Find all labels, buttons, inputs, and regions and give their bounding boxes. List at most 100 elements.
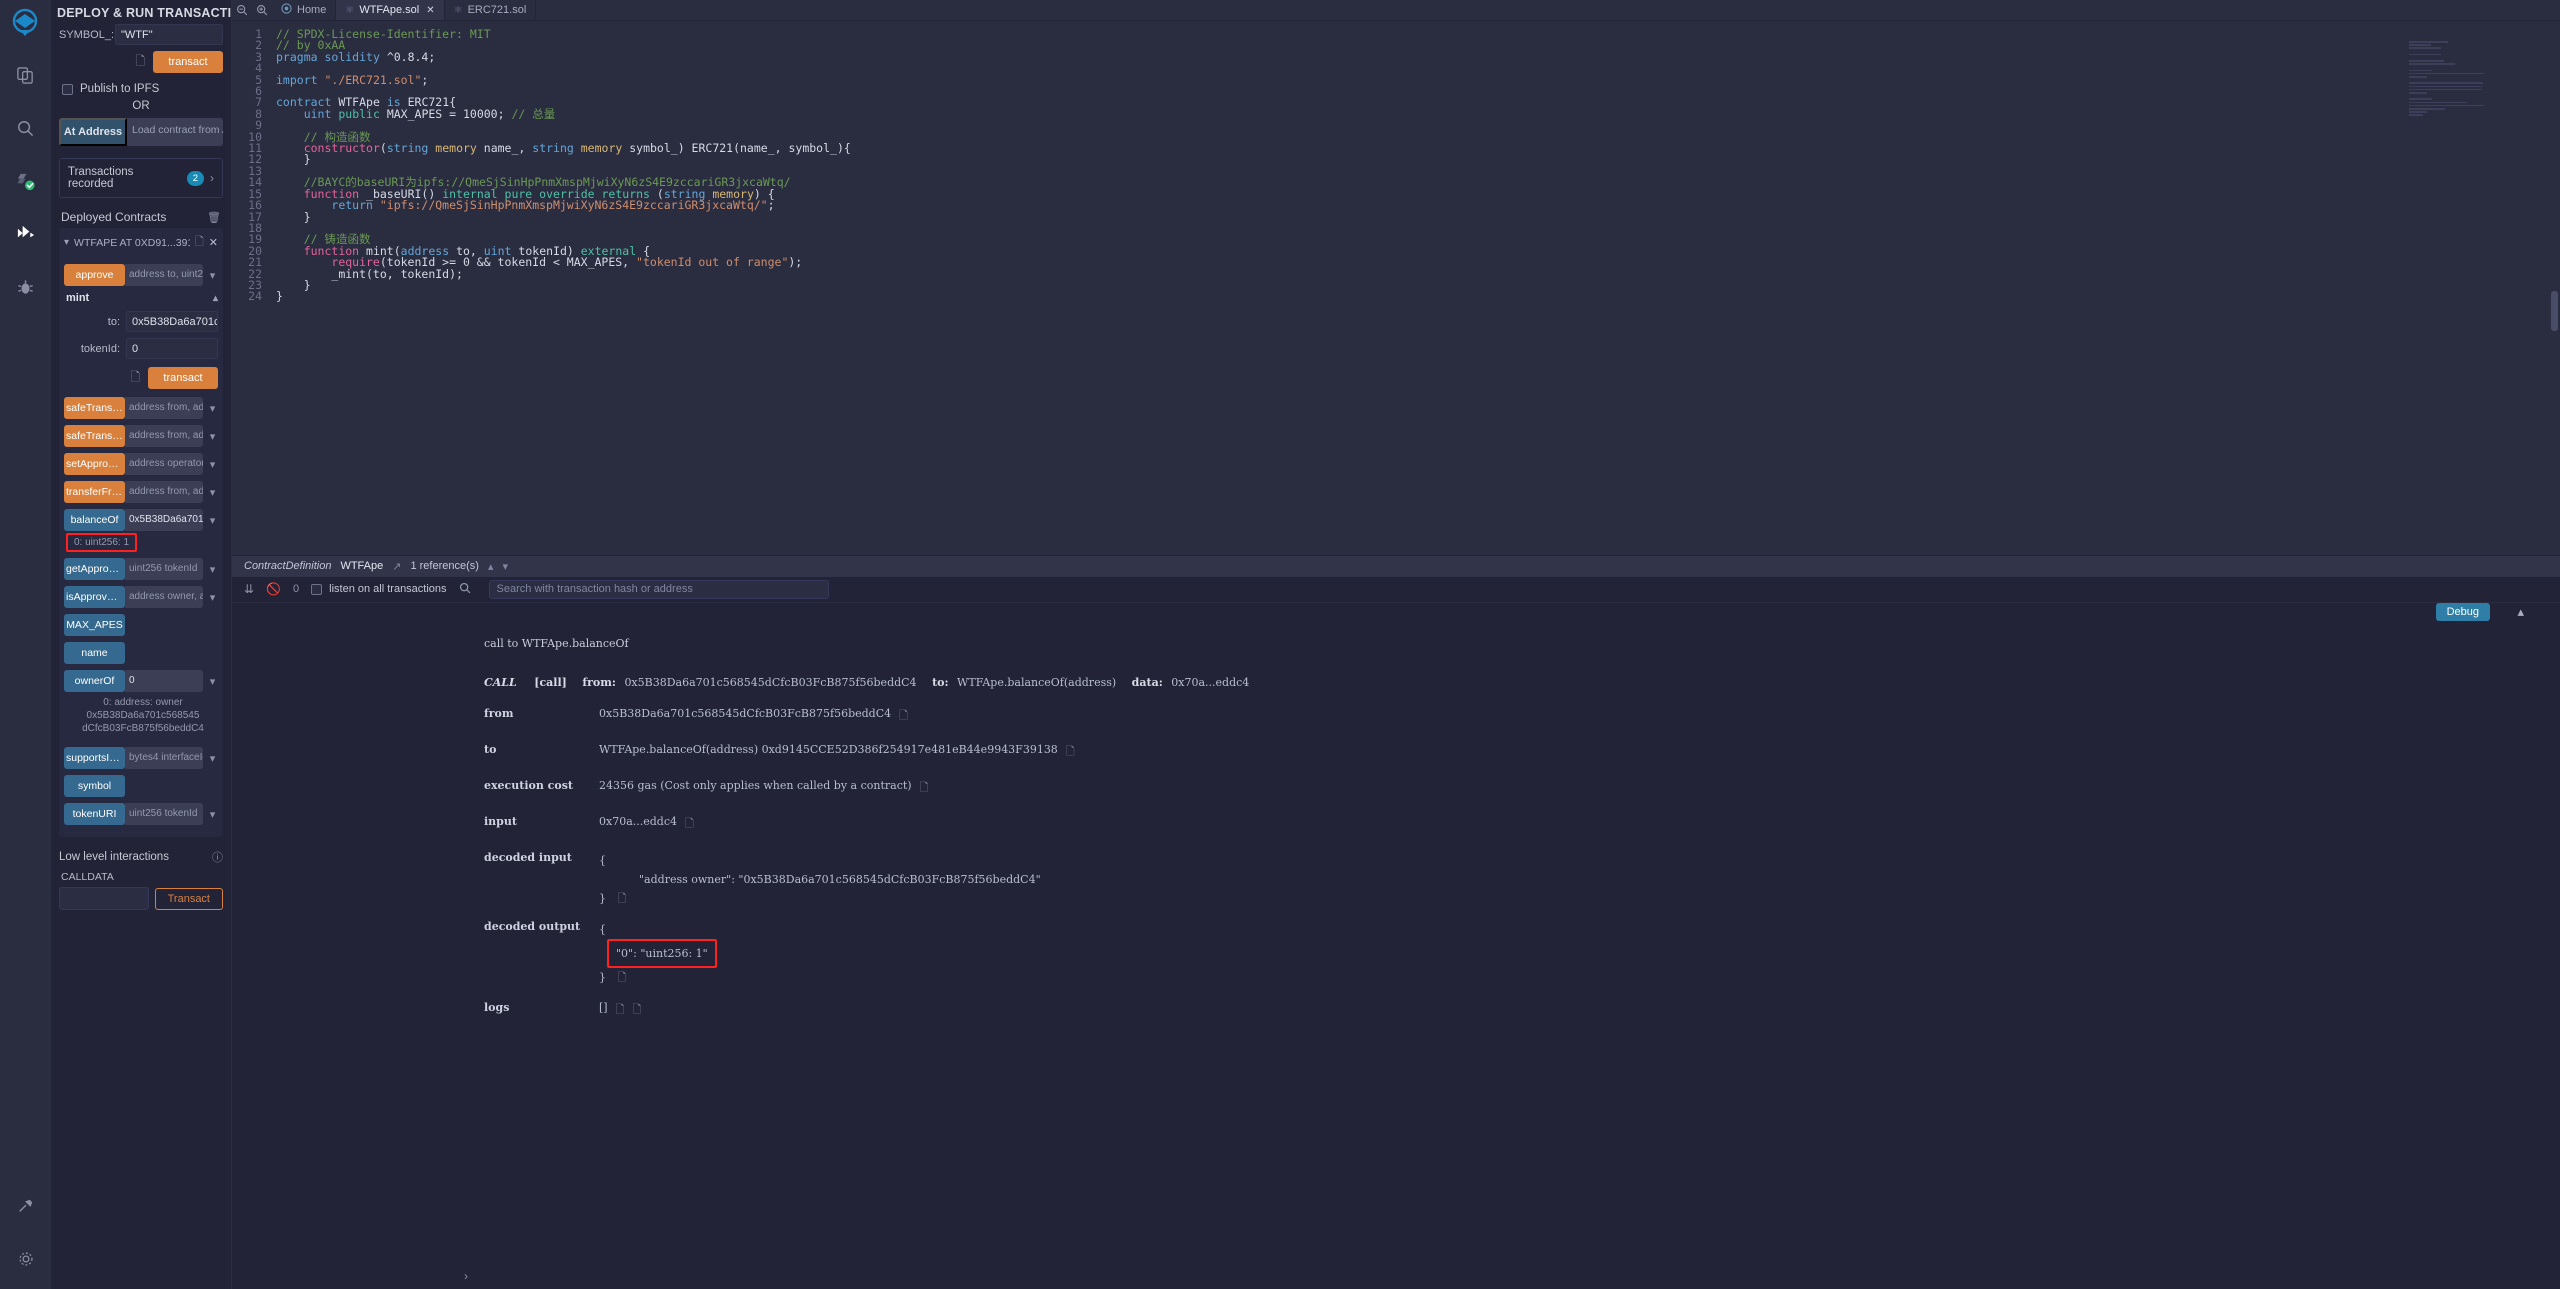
publish-ipfs-row[interactable]: Publish to IPFS [62,83,223,95]
chevron-down-icon[interactable]: ▾ [502,560,508,573]
code-line[interactable]: _mint(to, tokenId); [276,268,2560,280]
close-icon[interactable]: ✕ [209,236,218,249]
breadcrumb-references[interactable]: 1 reference(s) [410,560,478,572]
solidity-compiler-icon[interactable] [3,159,47,203]
copy-icon[interactable]: 🗋 [899,707,908,726]
transaction-search-input[interactable]: Search with transaction hash or address [488,579,829,599]
listen-checkbox[interactable] [311,583,323,595]
balanceof-button[interactable]: balanceOf [64,509,125,531]
deploy-transact-button[interactable]: transact [153,51,223,73]
tab-home[interactable]: Home [272,0,337,20]
transactions-recorded[interactable]: Transactions recorded 2 › [59,158,223,198]
code-line[interactable]: } [276,211,2560,223]
toggle-terminal-icon[interactable]: › [464,1269,468,1283]
code-line[interactable]: import "./ERC721.sol"; [276,74,2560,86]
code-line[interactable]: // by 0xAA [276,40,2560,52]
approve-input[interactable]: address to, uint256 tok [125,264,203,286]
chevron-down-icon[interactable]: ▾ [207,563,218,576]
info-icon[interactable]: ⓘ [212,849,223,865]
approve-button[interactable]: approve [64,264,125,286]
code-line[interactable]: } [276,279,2560,291]
supportsinterface-button[interactable]: supportsInter... [64,747,125,769]
name-button[interactable]: name [64,642,125,664]
chevron-down-icon[interactable]: ▾ [64,237,69,248]
chevron-down-icon[interactable]: ▾ [207,752,218,765]
isapprovedforall-button[interactable]: isApprovedF... [64,586,125,608]
chevron-down-icon[interactable]: ▾ [207,808,218,821]
code-line[interactable]: require(tokenId >= 0 && tokenId < MAX_AP… [276,256,2560,268]
chevron-right-icon[interactable]: › [210,171,214,185]
listen-all-transactions[interactable]: listen on all transactions [311,583,447,595]
code-content[interactable]: // SPDX-License-Identifier: MIT// by 0xA… [268,21,2560,555]
mint-tokenid-input[interactable]: 0 [126,338,218,359]
safetransferfrom-2-button[interactable]: safeTransferF... [64,425,125,447]
copy-icon[interactable]: 🗋 [920,779,929,798]
chevron-up-icon[interactable]: ▴ [2517,605,2524,620]
clear-console-icon[interactable]: 🚫 [266,582,281,596]
at-address-button[interactable]: At Address [59,118,127,146]
debug-button[interactable]: Debug [2435,602,2490,621]
low-level-transact-button[interactable]: Transact [154,887,223,910]
editor-minimap[interactable] [2409,41,2484,116]
copy-icon[interactable]: 🗋 [130,368,140,389]
ownerof-button[interactable]: ownerOf [64,670,125,692]
getapproved-input[interactable]: uint256 tokenId [125,558,203,580]
code-line[interactable] [276,86,2560,97]
setapprovalforall-button[interactable]: setApprovalF... [64,453,125,475]
transferfrom-input[interactable]: address from, address [125,481,203,503]
safetransferfrom-1-input[interactable]: address from, address [125,397,203,419]
balanceof-input[interactable]: 0x5B38Da6a701c568 [125,509,203,531]
code-line[interactable] [276,63,2560,74]
code-line[interactable]: constructor(string memory name_, string … [276,142,2560,154]
zoom-in-icon[interactable] [252,0,272,20]
copy-all-icon[interactable]: 🗋 [632,1001,641,1020]
calldata-input[interactable] [59,887,149,910]
copy-icon[interactable]: 🗋 [618,971,627,984]
chevron-down-icon[interactable]: ▾ [207,514,218,527]
chevron-down-icon[interactable]: ▾ [207,591,218,604]
editor-scrollbar-thumb[interactable] [2551,291,2558,331]
code-line[interactable]: uint public MAX_APES = 10000; // 总量 [276,108,2560,120]
code-line[interactable]: return "ipfs://QmeSjSinHpPnmXmspMjwiXyN6… [276,199,2560,211]
tokenuri-input[interactable]: uint256 tokenId [125,803,203,825]
setapprovalforall-input[interactable]: address operator, bool [125,453,203,475]
chevron-up-icon[interactable]: ▴ [213,293,218,304]
safetransferfrom-1-button[interactable]: safeTransferF... [64,397,125,419]
code-line[interactable]: } [276,154,2560,166]
collapse-all-icon[interactable]: ⇊ [244,582,254,596]
tab-wtfape-sol[interactable]: ⚛ WTFApe.sol ✕ [336,0,445,20]
file-explorer-icon[interactable] [3,53,47,97]
supportsinterface-input[interactable]: bytes4 interfaceId [125,747,203,769]
chevron-down-icon[interactable]: ▾ [207,458,218,471]
instance-header[interactable]: ▾ WTFAPE AT 0XD91...39138 (MEM 🗋 ✕ [64,233,218,252]
code-line[interactable]: // SPDX-License-Identifier: MIT [276,28,2560,40]
mint-expander-header[interactable]: mint ▴ [66,292,218,304]
mint-to-input[interactable]: 0x5B38Da6a701c56854 [126,311,218,332]
chevron-down-icon[interactable]: ▾ [207,486,218,499]
trash-icon[interactable]: 🗑 [207,211,221,224]
tokenuri-button[interactable]: tokenURI [64,803,125,825]
load-contract-input[interactable]: Load contract from Addre [127,118,223,146]
code-line[interactable] [276,120,2560,131]
code-line[interactable]: contract WTFApe is ERC721{ [276,97,2560,109]
chevron-up-icon[interactable]: ▴ [488,560,494,573]
tab-erc721-sol[interactable]: ⚛ ERC721.sol [445,0,537,20]
code-editor[interactable]: 1 2 3 4 5 6 7 8 9 10 11 12 13 14 15 16 17 18 19 20 21 22 23 24 … [232,21,2560,555]
copy-icon[interactable]: 🗋 [1066,743,1075,762]
mint-transact-button[interactable]: transact [148,367,218,389]
close-icon[interactable]: ✕ [426,5,434,16]
copy-icon[interactable]: 🗋 [618,892,627,905]
chevron-down-icon[interactable]: ▾ [207,402,218,415]
symbol-button[interactable]: symbol [64,775,125,797]
jump-to-icon[interactable]: ↗ [392,560,401,573]
chevron-down-icon[interactable]: ▾ [207,430,218,443]
ownerof-input[interactable]: 0 [125,670,203,692]
chevron-down-icon[interactable]: ▾ [207,675,218,688]
deploy-run-icon[interactable] [3,212,47,256]
code-line[interactable]: } [276,291,2560,303]
debugger-icon[interactable] [3,265,47,309]
symbol-input[interactable]: "WTF" [115,24,223,45]
copy-icon[interactable]: 🗋 [135,52,145,73]
settings-gear-icon[interactable] [4,1237,48,1281]
search-icon[interactable] [459,582,471,597]
